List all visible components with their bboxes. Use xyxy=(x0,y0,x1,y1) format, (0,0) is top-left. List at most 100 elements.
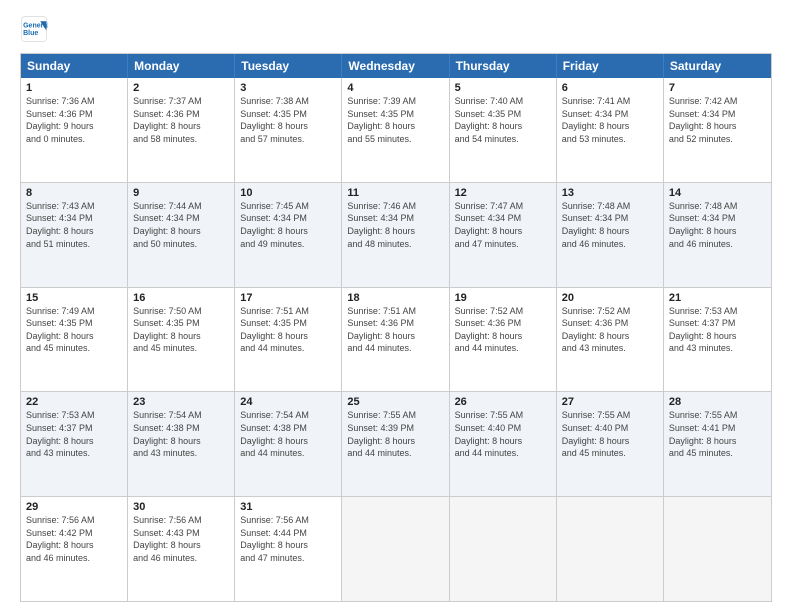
day-info: Sunrise: 7:36 AM Sunset: 4:36 PM Dayligh… xyxy=(26,95,122,145)
day-cell-8: 8Sunrise: 7:43 AM Sunset: 4:34 PM Daylig… xyxy=(21,183,128,287)
page: General Blue SundayMondayTuesdayWednesda… xyxy=(0,0,792,612)
day-cell-19: 19Sunrise: 7:52 AM Sunset: 4:36 PM Dayli… xyxy=(450,288,557,392)
day-cell-18: 18Sunrise: 7:51 AM Sunset: 4:36 PM Dayli… xyxy=(342,288,449,392)
calendar-header: SundayMondayTuesdayWednesdayThursdayFrid… xyxy=(21,54,771,78)
empty-cell xyxy=(342,497,449,601)
day-cell-24: 24Sunrise: 7:54 AM Sunset: 4:38 PM Dayli… xyxy=(235,392,342,496)
day-number: 29 xyxy=(26,501,122,513)
day-number: 12 xyxy=(455,187,551,199)
day-number: 23 xyxy=(133,396,229,408)
calendar-row-1: 1Sunrise: 7:36 AM Sunset: 4:36 PM Daylig… xyxy=(21,78,771,182)
day-number: 17 xyxy=(240,292,336,304)
day-cell-26: 26Sunrise: 7:55 AM Sunset: 4:40 PM Dayli… xyxy=(450,392,557,496)
header-day-thursday: Thursday xyxy=(450,54,557,78)
day-info: Sunrise: 7:56 AM Sunset: 4:43 PM Dayligh… xyxy=(133,514,229,564)
day-info: Sunrise: 7:43 AM Sunset: 4:34 PM Dayligh… xyxy=(26,200,122,250)
day-info: Sunrise: 7:46 AM Sunset: 4:34 PM Dayligh… xyxy=(347,200,443,250)
calendar-row-5: 29Sunrise: 7:56 AM Sunset: 4:42 PM Dayli… xyxy=(21,496,771,601)
day-number: 5 xyxy=(455,82,551,94)
day-cell-25: 25Sunrise: 7:55 AM Sunset: 4:39 PM Dayli… xyxy=(342,392,449,496)
day-info: Sunrise: 7:38 AM Sunset: 4:35 PM Dayligh… xyxy=(240,95,336,145)
day-info: Sunrise: 7:52 AM Sunset: 4:36 PM Dayligh… xyxy=(562,305,658,355)
day-number: 11 xyxy=(347,187,443,199)
day-number: 2 xyxy=(133,82,229,94)
calendar-row-4: 22Sunrise: 7:53 AM Sunset: 4:37 PM Dayli… xyxy=(21,391,771,496)
day-number: 31 xyxy=(240,501,336,513)
day-cell-13: 13Sunrise: 7:48 AM Sunset: 4:34 PM Dayli… xyxy=(557,183,664,287)
day-info: Sunrise: 7:52 AM Sunset: 4:36 PM Dayligh… xyxy=(455,305,551,355)
day-number: 16 xyxy=(133,292,229,304)
calendar: SundayMondayTuesdayWednesdayThursdayFrid… xyxy=(20,53,772,602)
day-cell-10: 10Sunrise: 7:45 AM Sunset: 4:34 PM Dayli… xyxy=(235,183,342,287)
day-info: Sunrise: 7:39 AM Sunset: 4:35 PM Dayligh… xyxy=(347,95,443,145)
day-info: Sunrise: 7:48 AM Sunset: 4:34 PM Dayligh… xyxy=(562,200,658,250)
day-info: Sunrise: 7:51 AM Sunset: 4:35 PM Dayligh… xyxy=(240,305,336,355)
day-number: 10 xyxy=(240,187,336,199)
header: General Blue xyxy=(20,15,772,43)
day-cell-17: 17Sunrise: 7:51 AM Sunset: 4:35 PM Dayli… xyxy=(235,288,342,392)
day-info: Sunrise: 7:37 AM Sunset: 4:36 PM Dayligh… xyxy=(133,95,229,145)
day-info: Sunrise: 7:44 AM Sunset: 4:34 PM Dayligh… xyxy=(133,200,229,250)
day-number: 4 xyxy=(347,82,443,94)
day-info: Sunrise: 7:56 AM Sunset: 4:44 PM Dayligh… xyxy=(240,514,336,564)
day-cell-30: 30Sunrise: 7:56 AM Sunset: 4:43 PM Dayli… xyxy=(128,497,235,601)
day-cell-14: 14Sunrise: 7:48 AM Sunset: 4:34 PM Dayli… xyxy=(664,183,771,287)
empty-cell xyxy=(557,497,664,601)
header-day-wednesday: Wednesday xyxy=(342,54,449,78)
day-cell-6: 6Sunrise: 7:41 AM Sunset: 4:34 PM Daylig… xyxy=(557,78,664,182)
day-number: 20 xyxy=(562,292,658,304)
day-number: 25 xyxy=(347,396,443,408)
day-info: Sunrise: 7:54 AM Sunset: 4:38 PM Dayligh… xyxy=(240,409,336,459)
day-cell-3: 3Sunrise: 7:38 AM Sunset: 4:35 PM Daylig… xyxy=(235,78,342,182)
day-info: Sunrise: 7:40 AM Sunset: 4:35 PM Dayligh… xyxy=(455,95,551,145)
calendar-row-2: 8Sunrise: 7:43 AM Sunset: 4:34 PM Daylig… xyxy=(21,182,771,287)
day-number: 24 xyxy=(240,396,336,408)
day-number: 26 xyxy=(455,396,551,408)
day-info: Sunrise: 7:45 AM Sunset: 4:34 PM Dayligh… xyxy=(240,200,336,250)
day-cell-7: 7Sunrise: 7:42 AM Sunset: 4:34 PM Daylig… xyxy=(664,78,771,182)
day-info: Sunrise: 7:55 AM Sunset: 4:39 PM Dayligh… xyxy=(347,409,443,459)
day-cell-28: 28Sunrise: 7:55 AM Sunset: 4:41 PM Dayli… xyxy=(664,392,771,496)
day-number: 3 xyxy=(240,82,336,94)
header-day-tuesday: Tuesday xyxy=(235,54,342,78)
day-number: 7 xyxy=(669,82,766,94)
day-cell-20: 20Sunrise: 7:52 AM Sunset: 4:36 PM Dayli… xyxy=(557,288,664,392)
day-info: Sunrise: 7:41 AM Sunset: 4:34 PM Dayligh… xyxy=(562,95,658,145)
calendar-row-3: 15Sunrise: 7:49 AM Sunset: 4:35 PM Dayli… xyxy=(21,287,771,392)
svg-text:Blue: Blue xyxy=(23,30,38,37)
day-cell-2: 2Sunrise: 7:37 AM Sunset: 4:36 PM Daylig… xyxy=(128,78,235,182)
day-cell-9: 9Sunrise: 7:44 AM Sunset: 4:34 PM Daylig… xyxy=(128,183,235,287)
day-cell-23: 23Sunrise: 7:54 AM Sunset: 4:38 PM Dayli… xyxy=(128,392,235,496)
day-number: 9 xyxy=(133,187,229,199)
day-info: Sunrise: 7:48 AM Sunset: 4:34 PM Dayligh… xyxy=(669,200,766,250)
day-number: 30 xyxy=(133,501,229,513)
day-cell-21: 21Sunrise: 7:53 AM Sunset: 4:37 PM Dayli… xyxy=(664,288,771,392)
day-cell-22: 22Sunrise: 7:53 AM Sunset: 4:37 PM Dayli… xyxy=(21,392,128,496)
day-info: Sunrise: 7:42 AM Sunset: 4:34 PM Dayligh… xyxy=(669,95,766,145)
day-info: Sunrise: 7:49 AM Sunset: 4:35 PM Dayligh… xyxy=(26,305,122,355)
day-cell-16: 16Sunrise: 7:50 AM Sunset: 4:35 PM Dayli… xyxy=(128,288,235,392)
day-cell-31: 31Sunrise: 7:56 AM Sunset: 4:44 PM Dayli… xyxy=(235,497,342,601)
day-info: Sunrise: 7:51 AM Sunset: 4:36 PM Dayligh… xyxy=(347,305,443,355)
day-number: 1 xyxy=(26,82,122,94)
logo: General Blue xyxy=(20,15,52,43)
day-number: 22 xyxy=(26,396,122,408)
day-info: Sunrise: 7:55 AM Sunset: 4:40 PM Dayligh… xyxy=(455,409,551,459)
day-info: Sunrise: 7:55 AM Sunset: 4:40 PM Dayligh… xyxy=(562,409,658,459)
day-number: 19 xyxy=(455,292,551,304)
empty-cell xyxy=(450,497,557,601)
day-number: 28 xyxy=(669,396,766,408)
day-number: 14 xyxy=(669,187,766,199)
day-number: 15 xyxy=(26,292,122,304)
header-day-friday: Friday xyxy=(557,54,664,78)
day-info: Sunrise: 7:56 AM Sunset: 4:42 PM Dayligh… xyxy=(26,514,122,564)
day-cell-1: 1Sunrise: 7:36 AM Sunset: 4:36 PM Daylig… xyxy=(21,78,128,182)
day-cell-12: 12Sunrise: 7:47 AM Sunset: 4:34 PM Dayli… xyxy=(450,183,557,287)
day-number: 13 xyxy=(562,187,658,199)
day-number: 21 xyxy=(669,292,766,304)
day-number: 6 xyxy=(562,82,658,94)
day-info: Sunrise: 7:53 AM Sunset: 4:37 PM Dayligh… xyxy=(669,305,766,355)
day-number: 18 xyxy=(347,292,443,304)
logo-icon: General Blue xyxy=(20,15,48,43)
day-number: 27 xyxy=(562,396,658,408)
